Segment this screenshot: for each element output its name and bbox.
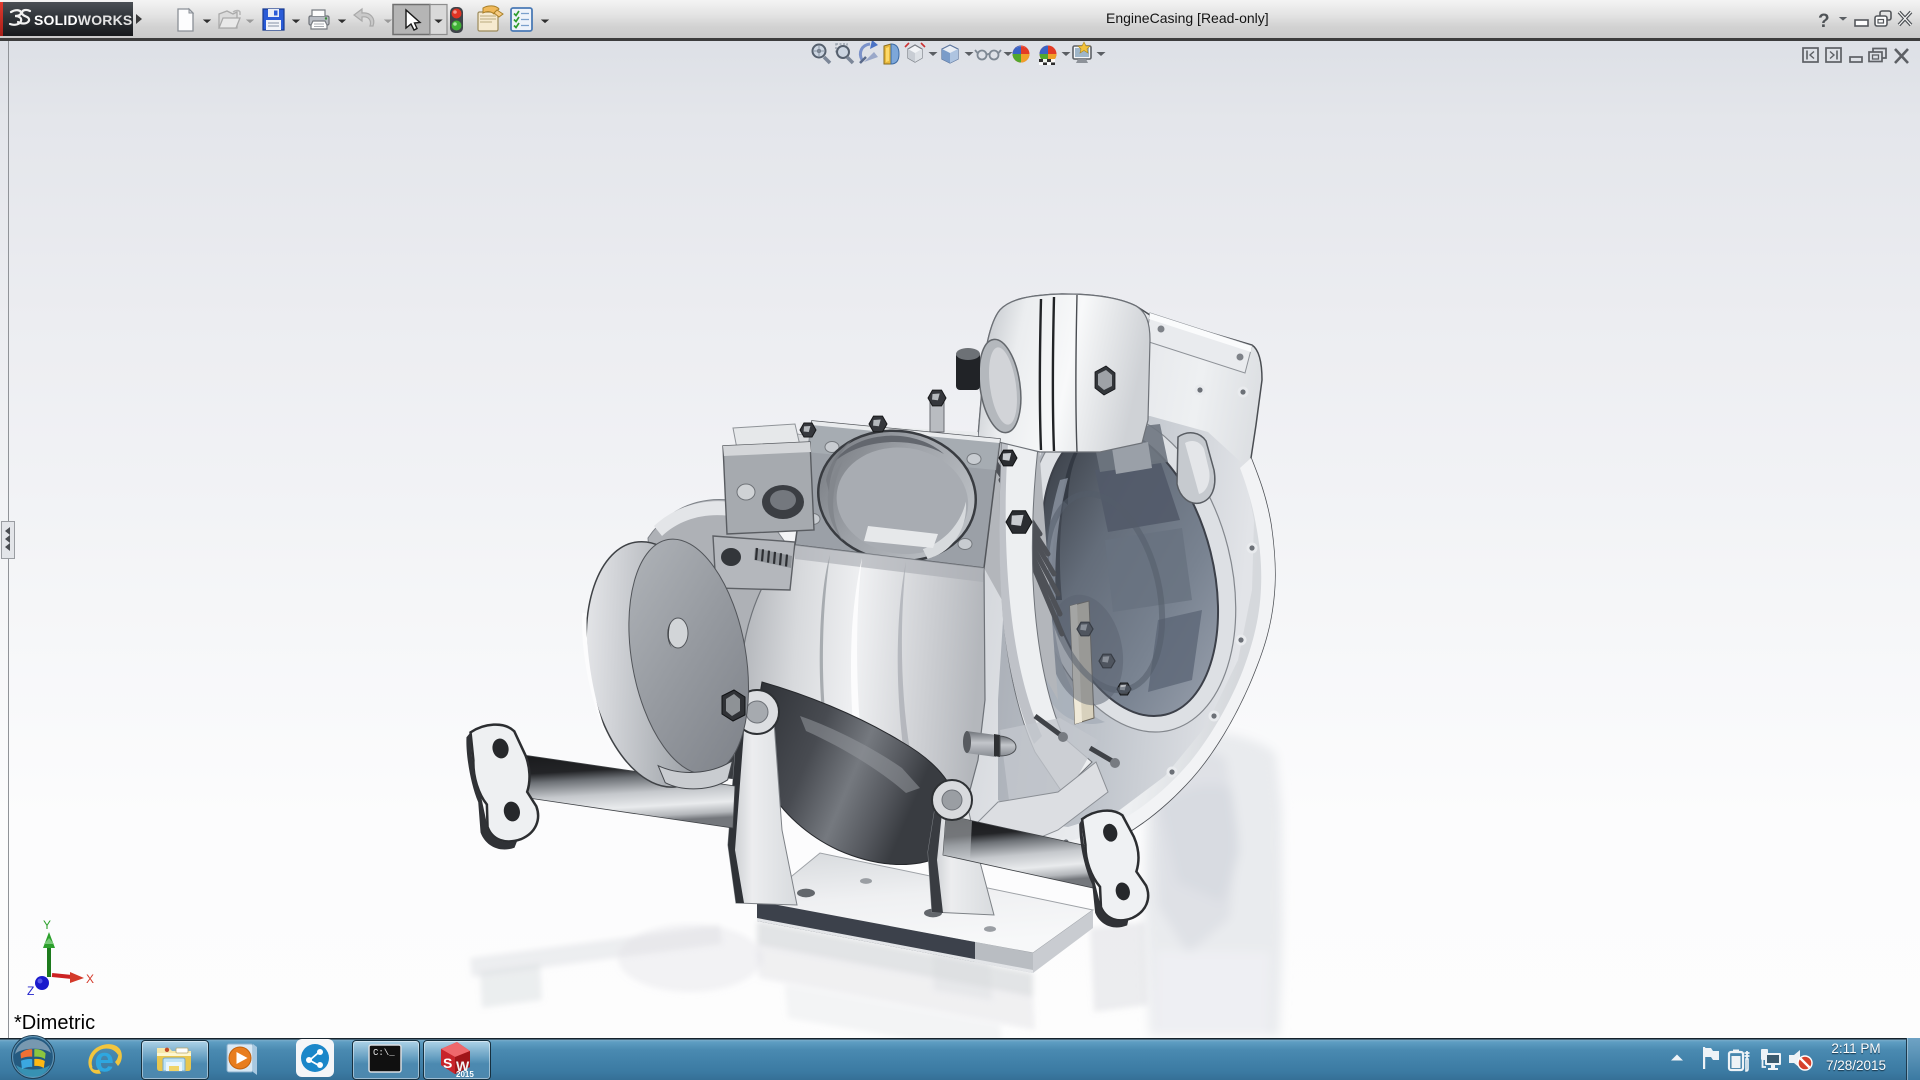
svg-text:2015: 2015 bbox=[456, 1070, 474, 1079]
svg-text:S: S bbox=[443, 1055, 452, 1071]
svg-text:X: X bbox=[86, 972, 94, 986]
svg-text:Z: Z bbox=[27, 984, 34, 998]
svg-text:C:\_: C:\_ bbox=[373, 1048, 395, 1058]
svg-text:Y: Y bbox=[43, 918, 51, 932]
svg-text:?: ? bbox=[1818, 11, 1830, 32]
